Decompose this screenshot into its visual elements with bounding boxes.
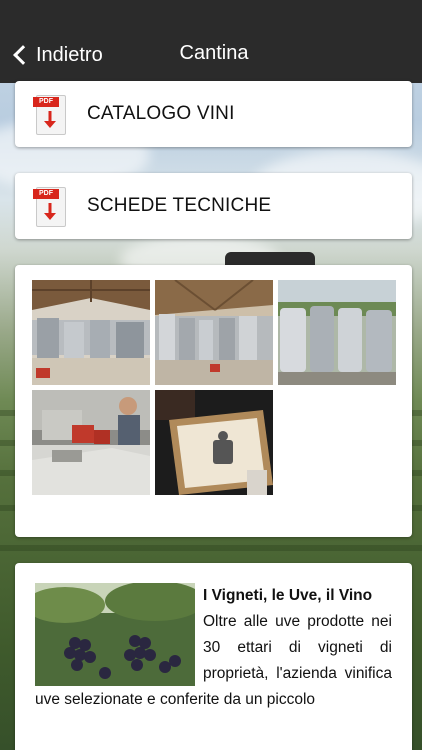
technical-sheets-label: SCHEDE TECNICHE bbox=[87, 195, 272, 216]
pdf-download-icon: PDF bbox=[33, 93, 67, 135]
pdf-download-icon: PDF bbox=[33, 185, 67, 227]
steel-vats-photo[interactable] bbox=[278, 280, 396, 385]
technical-sheets-download-card[interactable]: PDF SCHEDE TECNICHE bbox=[15, 173, 412, 239]
article-card: I Vigneti, le Uve, il Vino Oltre alle uv… bbox=[15, 563, 412, 750]
catalog-label: CATALOGO VINI bbox=[87, 103, 235, 124]
top-navigation-bar: Indietro Cantina bbox=[0, 0, 422, 83]
winery-tanks-photo[interactable] bbox=[155, 280, 273, 385]
page-title: Cantina bbox=[179, 42, 249, 64]
catalog-download-card[interactable]: PDF CATALOGO VINI bbox=[15, 81, 412, 147]
winery-cellar-photo[interactable] bbox=[32, 280, 150, 385]
wine-box-photo[interactable] bbox=[155, 390, 273, 495]
bottling-line-photo[interactable] bbox=[32, 390, 150, 495]
article-text: I Vigneti, le Uve, il Vino Oltre alle uv… bbox=[35, 583, 392, 713]
photo-gallery-card bbox=[15, 265, 412, 537]
